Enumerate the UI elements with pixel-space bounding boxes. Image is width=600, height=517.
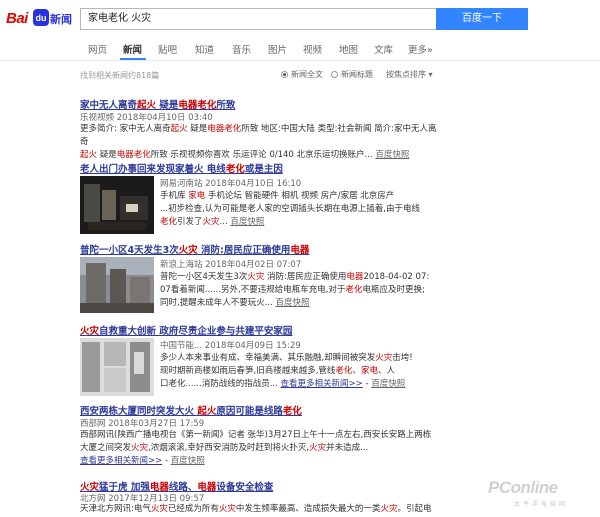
tab-web[interactable]: 网页 xyxy=(88,42,107,56)
result-title[interactable]: 火灾自救重大创新 政府尽责企业参与共建平安家园 xyxy=(80,323,292,337)
tab-video[interactable]: 视频 xyxy=(303,42,322,56)
snapshot-link[interactable]: 百度快照 xyxy=(171,456,205,466)
tab-music[interactable]: 音乐 xyxy=(232,42,251,56)
snapshot-link[interactable]: 百度快照 xyxy=(375,150,409,160)
result-thumbnail[interactable] xyxy=(80,338,154,396)
result-snippet: 天津北方网讯:电气火灾已经成为所有火灾中发生频率最高、造成损失最大的一类火灾。引… xyxy=(80,504,432,514)
result-snippet: 西部网讯(陕西广播电视台《第一新闻》记者 张华)3月27日上午十一点左右,西安长… xyxy=(80,430,432,466)
snapshot-link[interactable]: 百度快照 xyxy=(371,379,405,389)
result-title[interactable]: 西安两栋大厦同时突发大火 起火原因可能是线路老化 xyxy=(80,403,302,417)
search-input[interactable]: 家电老化 火灾 xyxy=(80,8,437,30)
result-count: 找到相关新闻约818篇 xyxy=(80,71,160,80)
search-button[interactable]: 百度一下 xyxy=(436,8,528,30)
result-snippet: 普陀一小区4天发生3次火灾 消防:居民应正确使用电器2018-04-02 07:… xyxy=(160,272,430,308)
snapshot-link[interactable]: 百度快照 xyxy=(230,217,264,227)
baidu-news-logo[interactable]: Bai du 新闻 xyxy=(6,8,76,30)
more-news-link[interactable]: 查看更多相关新闻>> xyxy=(80,456,162,466)
result-title[interactable]: 火灾猛于虎 加强电器线路、电器设备安全检查 xyxy=(80,479,273,493)
result-title[interactable]: 老人出门办事回来发现家着火 电线老化或是主因 xyxy=(80,161,283,175)
radio-checked-icon xyxy=(281,71,288,78)
result-source: 网易河南站 2018年04月10日 16:10 xyxy=(160,179,302,189)
result-title[interactable]: 家中无人离奇起火 疑是电器老化所致 xyxy=(80,97,235,111)
tab-news[interactable]: 新闻 xyxy=(123,42,142,56)
result-snippet: 手机库 家电 手机论坛 智能硬件 相机 视频 房产/家居 北京房产 ...初步检… xyxy=(160,191,421,227)
result-source: 乐视视频 2018年04月10日 03:40 xyxy=(80,113,213,123)
sort-select[interactable]: 按焦点排序 ▾ xyxy=(386,69,433,80)
result-title[interactable]: 普陀一小区4天发生3次火灾 消防:居民应正确使用电器 xyxy=(80,242,309,256)
result-source: 新浪上海站 2018年04月02日 07:07 xyxy=(160,260,302,270)
tab-images[interactable]: 图片 xyxy=(268,42,287,56)
result-thumbnail[interactable] xyxy=(80,257,154,313)
result-snippet: 多少人本来事业有成、幸福美满、其乐融融,却瞬间被突发火灾击垮! 现时期新商楼如雨… xyxy=(160,353,413,389)
result-source: 中国节能... 2018年04月09日 15:29 xyxy=(160,341,301,351)
result-source: 西部网 2018年03月27日 17:59 xyxy=(80,419,205,429)
result-thumbnail[interactable] xyxy=(80,176,154,234)
nav-tabs: 网页 新闻 贴吧 知道 音乐 图片 视频 地图 文库 更多» xyxy=(0,36,600,61)
tab-more[interactable]: 更多» xyxy=(408,42,433,56)
pconline-watermark-sub: 太平洋电脑网 xyxy=(514,501,569,508)
tab-zhidao[interactable]: 知道 xyxy=(195,42,214,56)
result-snippet: 更多简介: 家中无人离奇起火 疑是电器老化所致 地区:中国大陆 类型:社会新闻 … xyxy=(80,124,437,160)
radio-unchecked-icon xyxy=(331,71,338,78)
tab-tieba[interactable]: 贴吧 xyxy=(158,42,177,56)
header: Bai du 新闻 家电老化 火灾 百度一下 xyxy=(0,0,600,36)
active-tab-indicator xyxy=(120,58,146,60)
paw-icon: du xyxy=(33,9,49,26)
more-news-link[interactable]: 查看更多相关新闻>> xyxy=(281,379,363,389)
snapshot-link[interactable]: 百度快照 xyxy=(276,298,310,308)
filter-title[interactable]: 新闻标题 xyxy=(331,69,373,80)
chevron-down-icon: ▾ xyxy=(428,70,433,79)
filter-full-text[interactable]: 新闻全文 xyxy=(281,69,323,80)
pconline-watermark: PConline xyxy=(488,478,558,497)
tab-map[interactable]: 地图 xyxy=(339,42,358,56)
tab-wenku[interactable]: 文库 xyxy=(374,42,393,56)
